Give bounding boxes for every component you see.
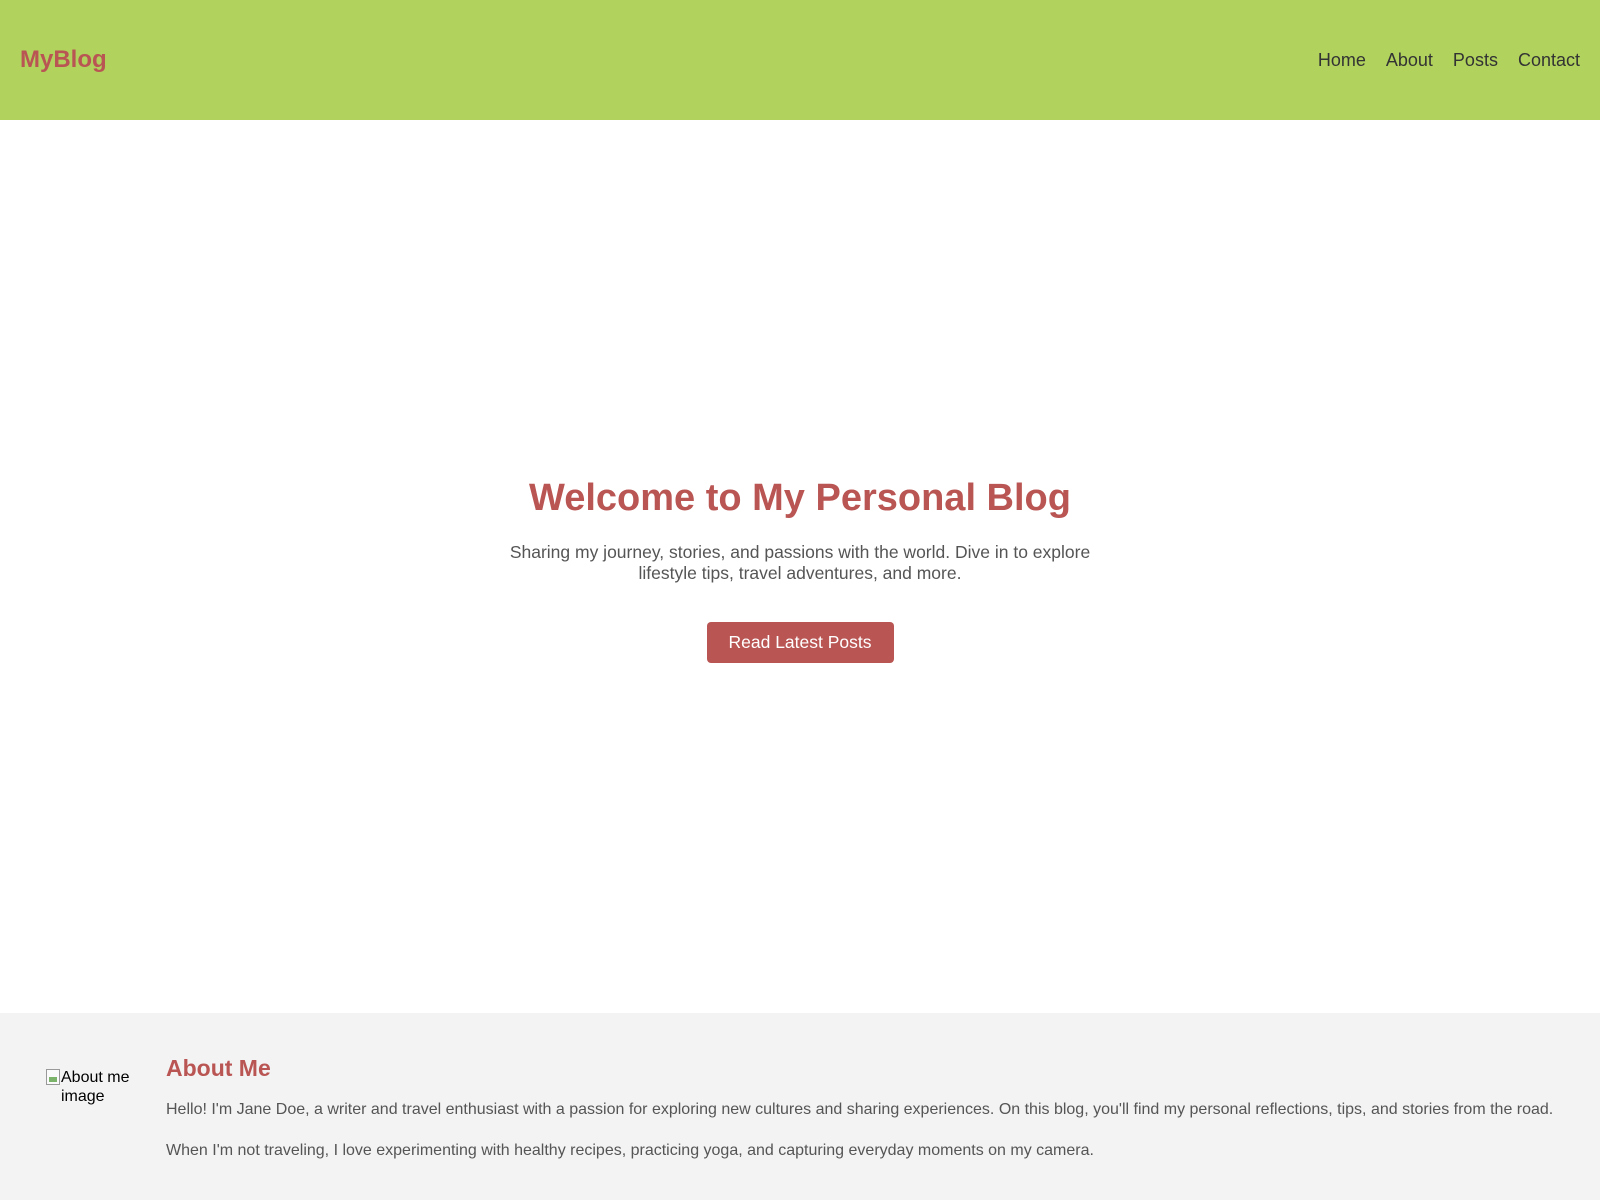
nav-link-about[interactable]: About bbox=[1386, 50, 1433, 71]
nav-link-posts[interactable]: Posts bbox=[1453, 50, 1498, 71]
broken-image-icon bbox=[46, 1069, 60, 1085]
about-image: About me image bbox=[46, 1068, 166, 1200]
hero-title: Welcome to My Personal Blog bbox=[529, 476, 1071, 519]
about-title: About Me bbox=[166, 1055, 271, 1081]
about-section: About me image About Me Hello! I'm Jane … bbox=[0, 1013, 1600, 1200]
about-content: About Me Hello! I'm Jane Doe, a writer a… bbox=[166, 1053, 1554, 1200]
brand-logo[interactable]: MyBlog bbox=[20, 46, 107, 74]
main-nav: Home About Posts Contact bbox=[1318, 50, 1580, 71]
about-image-alt-text: About me image bbox=[61, 1069, 130, 1105]
hero-section: Welcome to My Personal Blog Sharing my j… bbox=[0, 120, 1600, 1013]
about-paragraph-1: Hello! I'm Jane Doe, a writer and travel… bbox=[166, 1101, 1554, 1118]
nav-link-contact[interactable]: Contact bbox=[1518, 50, 1580, 71]
site-header: MyBlog Home About Posts Contact bbox=[0, 0, 1600, 120]
nav-link-home[interactable]: Home bbox=[1318, 50, 1366, 71]
hero-subtitle: Sharing my journey, stories, and passion… bbox=[509, 541, 1091, 583]
about-paragraph-2: When I'm not traveling, I love experimen… bbox=[166, 1142, 1094, 1159]
read-latest-posts-button[interactable]: Read Latest Posts bbox=[706, 621, 894, 663]
